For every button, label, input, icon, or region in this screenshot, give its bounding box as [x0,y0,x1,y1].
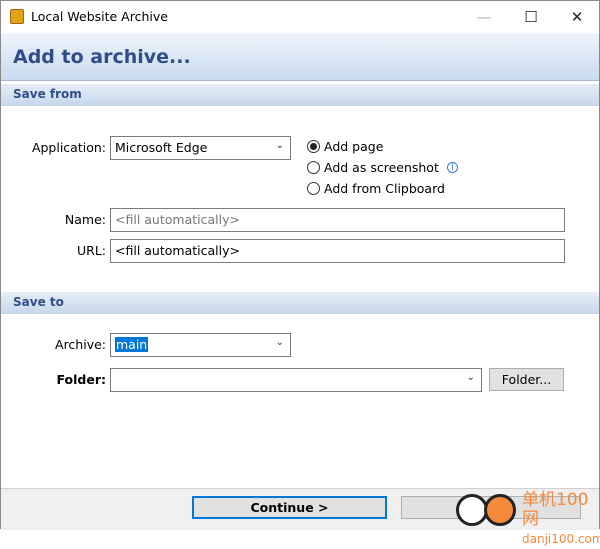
chevron-down-icon: ⌄ [275,337,284,348]
watermark-logo: 单机100网 danji100.com [456,491,600,546]
archive-label: Archive: [55,337,106,352]
dialog-header: Add to archive... [1,33,599,81]
radio-add-screenshot[interactable]: Add as screenshot i [307,160,458,175]
name-input[interactable]: <fill automatically> [110,208,565,232]
window-title: Local Website Archive [31,9,168,24]
archive-select[interactable]: main ⌄ [110,333,291,357]
minimize-button[interactable]: — [461,1,507,33]
radio-add-clipboard[interactable]: Add from Clipboard [307,181,445,196]
chevron-down-icon: ⌄ [275,140,284,151]
page-title: Add to archive... [13,46,191,68]
section-label: Save from [13,87,82,101]
application-value: Microsoft Edge [115,140,208,155]
section-save-to: Save to [1,292,599,314]
url-label: URL: [76,243,106,258]
folder-button[interactable]: Folder... [489,368,564,391]
info-icon[interactable]: i [446,162,458,173]
radio-label: Add as screenshot [324,160,439,175]
section-save-from: Save from [1,84,599,106]
continue-button[interactable]: Continue > [192,496,387,519]
application-select[interactable]: Microsoft Edge ⌄ [110,136,291,160]
folder-label: Folder: [56,372,107,387]
radio-icon [307,140,320,153]
application-label: Application: [31,140,106,155]
radio-label: Add page [324,139,384,154]
radio-add-page[interactable]: Add page [307,139,383,154]
maximize-button[interactable]: ☐ [508,1,554,33]
section-label: Save to [13,295,64,309]
radio-label: Add from Clipboard [324,181,445,196]
close-button[interactable]: ✕ [554,1,600,33]
folder-select[interactable]: ⌄ [110,368,482,392]
archive-value: main [115,337,149,352]
app-icon [10,9,24,24]
radio-icon [307,161,320,174]
url-input[interactable]: <fill automatically> [110,239,565,263]
chevron-down-icon: ⌄ [466,372,475,383]
title-bar: Local Website Archive — ☐ ✕ [1,1,599,33]
radio-icon [307,182,320,195]
name-label: Name: [64,212,106,227]
